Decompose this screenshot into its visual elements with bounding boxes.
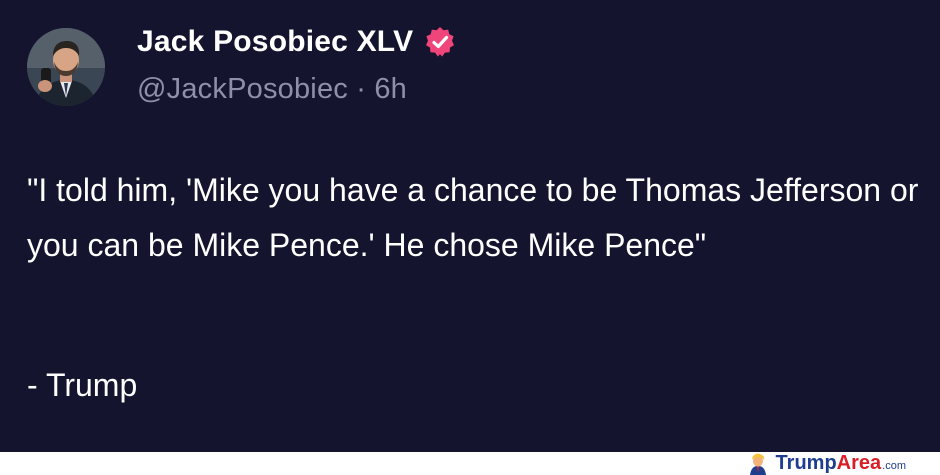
- author-avatar[interactable]: [27, 28, 105, 106]
- tweet-card: Jack Posobiec XLV @JackPosobiec · 6h "I …: [0, 0, 940, 452]
- watermark-brand-primary: Trump: [775, 452, 837, 474]
- author-display-name[interactable]: Jack Posobiec XLV: [137, 25, 413, 59]
- verified-badge-icon: [426, 27, 455, 57]
- handle-time-separator: ·: [347, 73, 375, 105]
- mascot-logo-icon: [749, 453, 766, 475]
- author-handle-row: @JackPosobiec · 6h: [137, 73, 407, 106]
- author-handle[interactable]: @JackPosobiec: [137, 73, 348, 105]
- watermark-footer: Trump Area .com: [0, 452, 940, 475]
- tweet-timestamp[interactable]: 6h: [374, 73, 407, 105]
- profile-photo-icon: [27, 28, 105, 106]
- watermark-suffix: .com: [882, 460, 906, 472]
- watermark-brand-secondary: Area: [836, 452, 882, 474]
- tweet-signoff: - Trump: [27, 367, 138, 403]
- tweet-body-text: "I told him, 'Mike you have a chance to …: [27, 172, 919, 263]
- author-name-row: Jack Posobiec XLV: [137, 22, 457, 62]
- site-watermark: Trump Area .com: [746, 452, 906, 475]
